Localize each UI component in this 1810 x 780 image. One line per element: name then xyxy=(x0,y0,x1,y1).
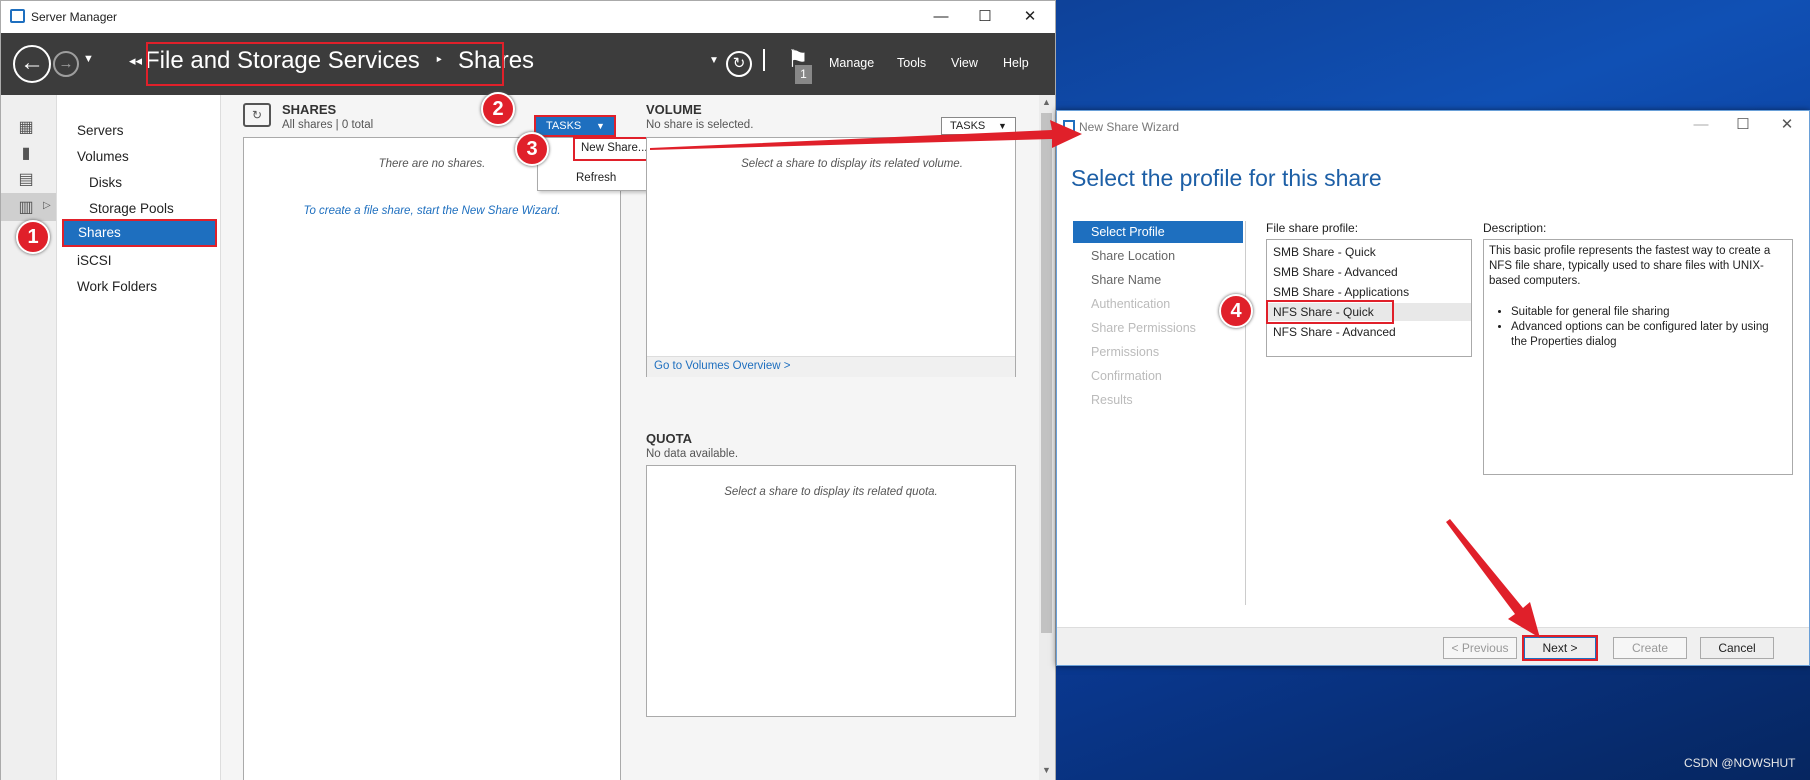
arrow-to-wizard-icon xyxy=(650,120,1082,150)
watermark: CSDN @NOWSHUT xyxy=(1684,756,1796,770)
arrow-to-next-icon xyxy=(1446,519,1540,638)
annotation-arrows xyxy=(650,120,1540,638)
